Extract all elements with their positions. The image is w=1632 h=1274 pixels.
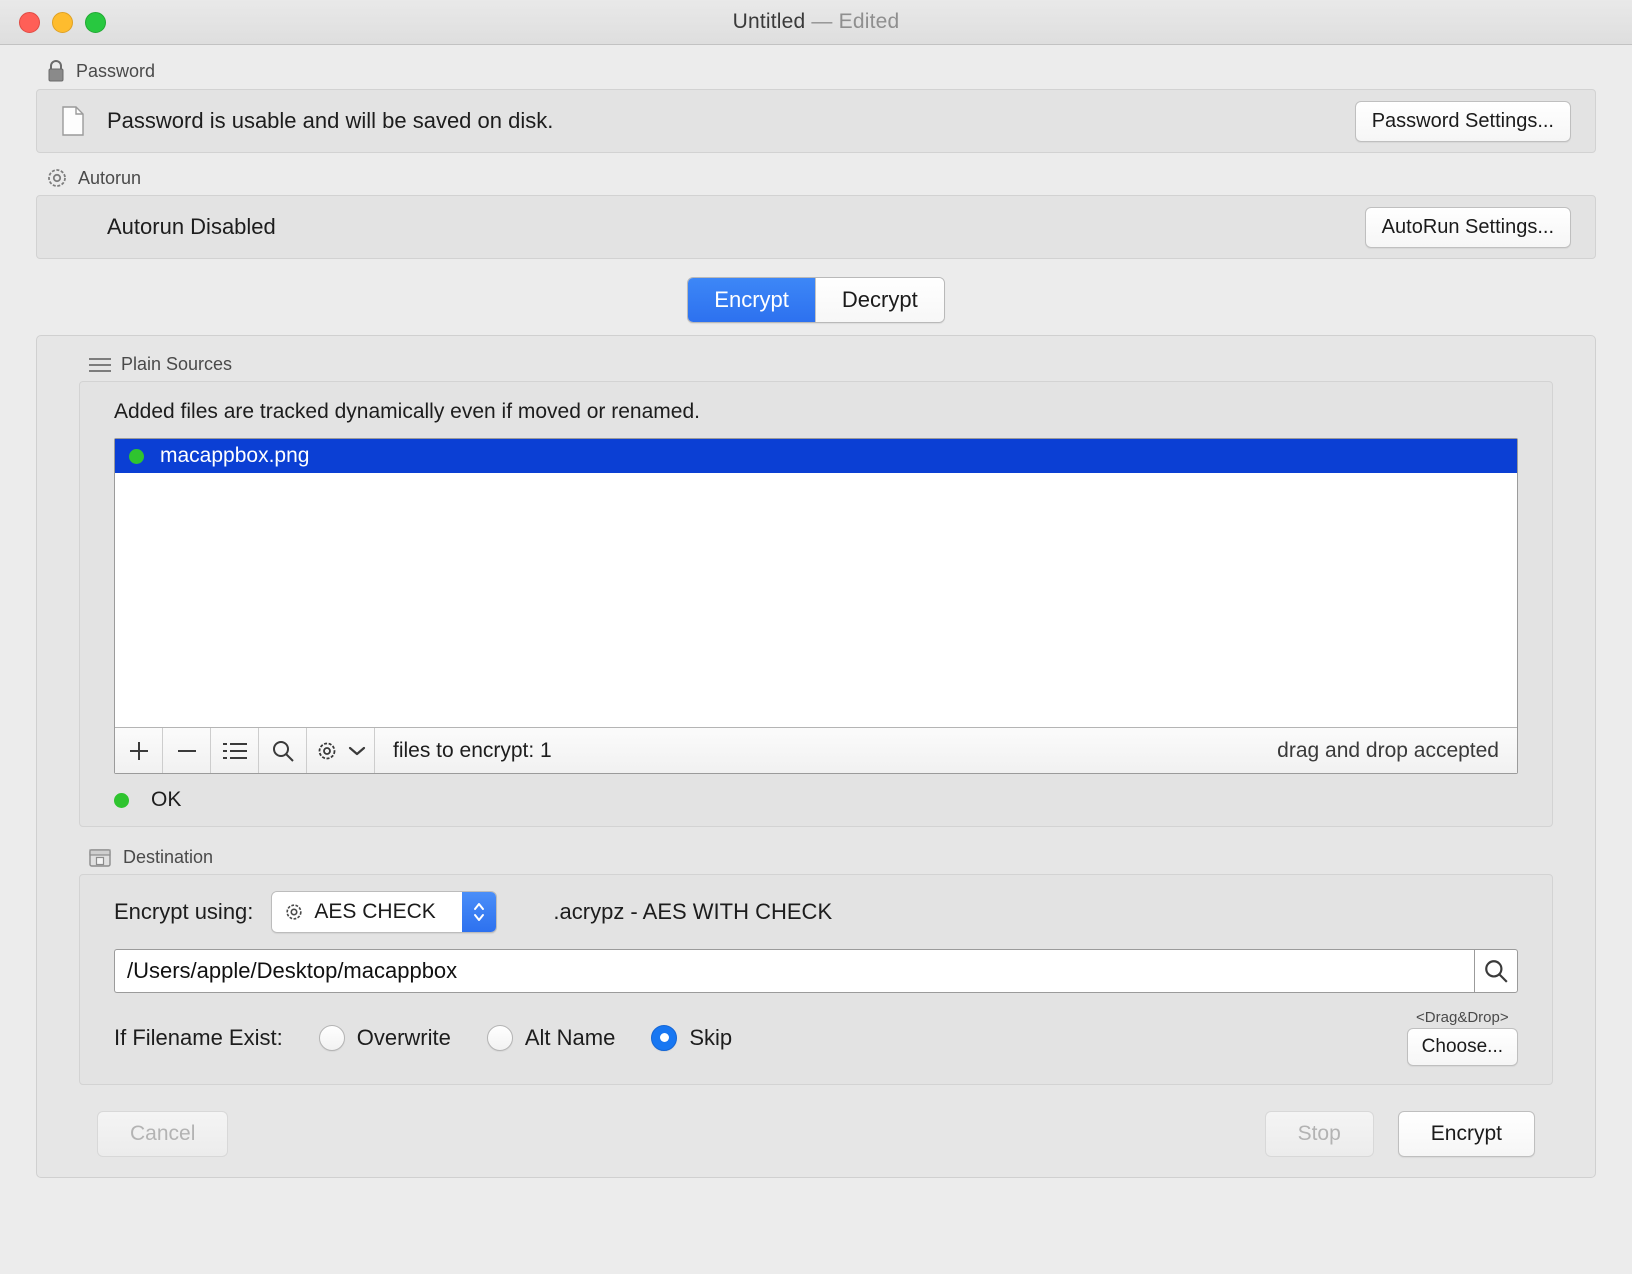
destination-path-input[interactable]: /Users/apple/Desktop/macappbox <box>114 949 1474 993</box>
autorun-panel: Autorun Disabled AutoRun Settings... <box>36 195 1596 259</box>
radio-alt-name[interactable]: Alt Name <box>486 1024 616 1051</box>
tab-encrypt[interactable]: Encrypt <box>688 278 815 322</box>
destination-panel: Encrypt using: AES CHECK .acrypz - AES W… <box>79 874 1553 1085</box>
cancel-button[interactable]: Cancel <box>97 1111 229 1157</box>
encrypt-using-label: Encrypt using: <box>114 899 254 924</box>
password-settings-button[interactable]: Password Settings... <box>1354 100 1571 142</box>
files-to-encrypt-count: files to encrypt: 1 <box>393 738 552 762</box>
segmented-control: Encrypt Decrypt <box>687 277 945 323</box>
gear-icon <box>46 167 68 189</box>
gear-icon <box>318 742 335 759</box>
action-buttons: Cancel Stop Encrypt <box>73 1111 1559 1157</box>
file-list-toolbar: files to encrypt: 1 drag and drop accept… <box>115 727 1517 773</box>
drag-drop-accepted-text: drag and drop accepted <box>1277 738 1499 762</box>
choose-destination-group: <Drag&Drop> Choose... <box>1406 1009 1518 1066</box>
autorun-status-row: Autorun Disabled AutoRun Settings... <box>37 196 1595 258</box>
filename-exist-row: If Filename Exist: Overwrite Alt Name Sk… <box>80 993 1552 1066</box>
file-status-dot-icon <box>129 448 144 464</box>
autorun-status-text: Autorun Disabled <box>107 214 276 239</box>
encrypt-button[interactable]: Encrypt <box>1397 1111 1535 1157</box>
title-bar: Untitled — Edited <box>0 0 1632 45</box>
file-list-box: macappbox.png files to encrypt: 1 drag a… <box>114 438 1518 774</box>
plain-sources-hint: Added files are tracked dynamically even… <box>114 400 700 423</box>
radio-overwrite-label: Overwrite <box>356 1024 451 1050</box>
radio-skip[interactable]: Skip <box>651 1024 733 1051</box>
password-status-row: Password is usable and will be saved on … <box>37 90 1595 152</box>
radio-skip-label: Skip <box>689 1024 733 1050</box>
radio-skip-indicator[interactable] <box>651 1024 678 1051</box>
encryption-method-select[interactable]: AES CHECK <box>271 891 498 933</box>
plus-icon <box>129 741 148 760</box>
password-status-text: Password is usable and will be saved on … <box>107 108 554 133</box>
window-title-text: Untitled <box>732 10 806 33</box>
list-lines-icon <box>89 357 111 373</box>
list-item[interactable]: macappbox.png <box>115 439 1517 473</box>
window-title: Untitled — Edited <box>0 10 1632 34</box>
drag-drop-hint: <Drag&Drop> <box>1416 1009 1509 1026</box>
stop-button[interactable]: Stop <box>1264 1111 1374 1157</box>
document-icon <box>61 106 85 136</box>
mode-tabs: Encrypt Decrypt <box>0 277 1632 323</box>
list-settings-menu-button[interactable] <box>307 728 375 773</box>
search-icon <box>1485 960 1508 983</box>
tab-decrypt[interactable]: Decrypt <box>814 278 944 322</box>
plain-sources-label: Plain Sources <box>89 354 1595 375</box>
password-panel: Password is usable and will be saved on … <box>36 89 1596 153</box>
filename-exist-label: If Filename Exist: <box>114 1024 283 1050</box>
app-window: Untitled — Edited Password Password is u… <box>0 0 1632 1274</box>
sources-status-row: OK <box>80 774 1552 812</box>
window-title-separator: — <box>805 10 839 33</box>
radio-alt-name-label: Alt Name <box>524 1024 616 1050</box>
radio-overwrite-indicator[interactable] <box>318 1024 345 1051</box>
extension-description: .acrypz - AES WITH CHECK <box>553 899 833 924</box>
password-label-text: Password <box>76 60 156 81</box>
destination-path-row: /Users/apple/Desktop/macappbox <box>80 933 1552 993</box>
plain-sources-label-text: Plain Sources <box>121 354 233 374</box>
password-section-label: Password <box>46 59 1632 83</box>
search-icon <box>272 740 294 762</box>
file-name: macappbox.png <box>160 444 310 467</box>
choose-button[interactable]: Choose... <box>1406 1028 1518 1066</box>
path-search-button[interactable] <box>1474 949 1518 993</box>
autorun-section-label: Autorun <box>46 167 1632 189</box>
lock-icon <box>46 59 66 83</box>
destination-label-text: Destination <box>123 847 214 867</box>
encrypt-panel: Plain Sources Added files are tracked dy… <box>36 335 1596 1178</box>
autorun-settings-button[interactable]: AutoRun Settings... <box>1364 206 1571 248</box>
autorun-label-text: Autorun <box>78 167 142 188</box>
search-files-button[interactable] <box>259 728 307 773</box>
minus-icon <box>177 749 196 752</box>
window-edited-state: Edited <box>838 10 900 33</box>
stepper-arrows-icon[interactable] <box>462 892 497 932</box>
encrypt-using-row: Encrypt using: AES CHECK .acrypz - AES W… <box>80 891 1552 933</box>
radio-overwrite[interactable]: Overwrite <box>318 1024 451 1051</box>
chevron-down-icon <box>348 746 365 755</box>
plain-sources-panel: Added files are tracked dynamically even… <box>79 381 1553 827</box>
list-options-button[interactable] <box>211 728 259 773</box>
add-file-button[interactable] <box>115 728 163 773</box>
remove-file-button[interactable] <box>163 728 211 773</box>
status-text: OK <box>151 788 182 811</box>
radio-alt-name-indicator[interactable] <box>486 1024 513 1051</box>
status-dot-icon <box>114 792 129 808</box>
gear-icon <box>284 902 304 922</box>
list-icon <box>222 742 247 759</box>
encryption-method-face: AES CHECK <box>272 892 463 932</box>
folder-icon <box>89 848 111 868</box>
encryption-method-value: AES CHECK <box>314 900 436 923</box>
file-list[interactable]: macappbox.png <box>115 439 1517 727</box>
destination-label: Destination <box>89 847 1595 868</box>
